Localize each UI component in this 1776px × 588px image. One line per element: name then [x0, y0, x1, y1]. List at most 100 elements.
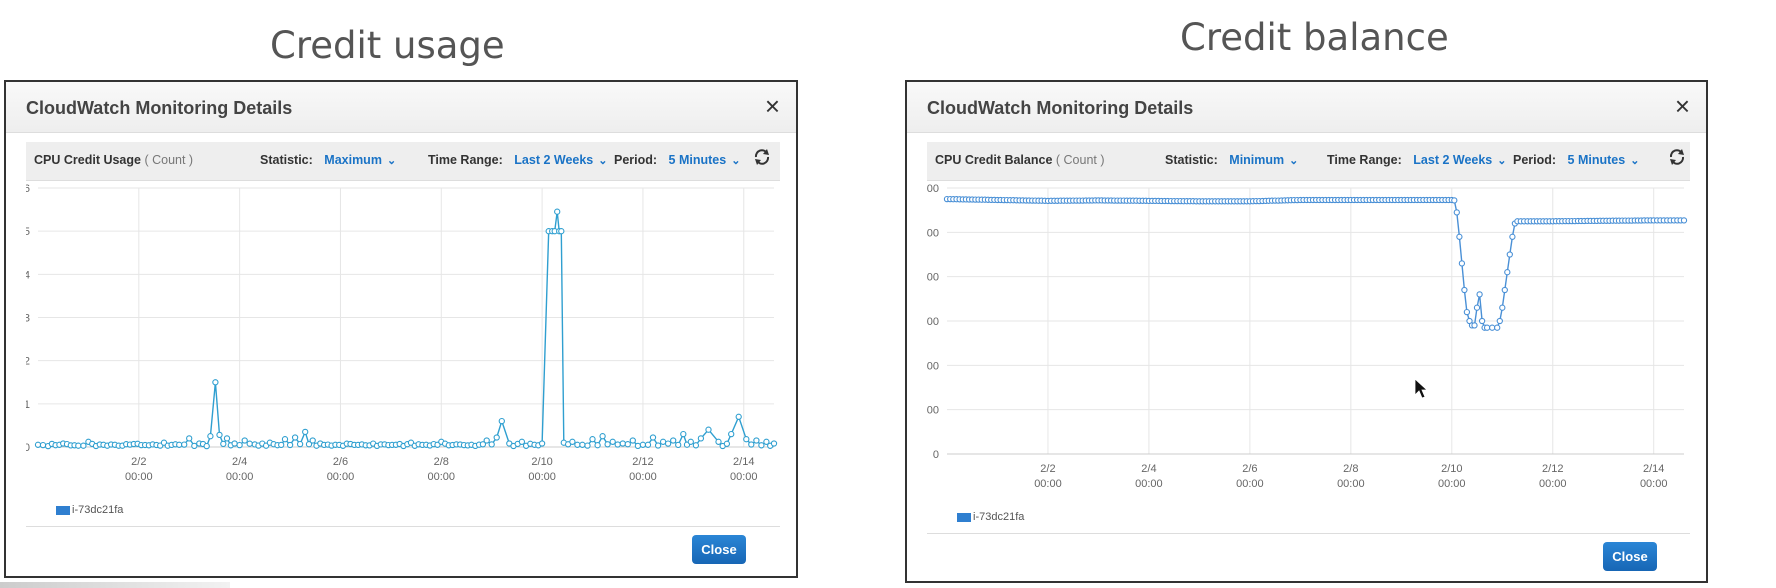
x-tick-time-label: 00:00	[629, 471, 657, 483]
x-tick-label: 2/14	[1643, 463, 1664, 475]
data-point	[697, 435, 705, 442]
x-tick-time-label: 00:00	[1236, 478, 1264, 490]
y-tick-label: 0	[26, 442, 30, 454]
data-point	[203, 442, 210, 450]
time-range-value: Last 2 Weeks	[514, 153, 594, 167]
chevron-down-icon: ⌄	[386, 155, 397, 167]
chart-legend: i-73dc21fa	[957, 511, 1024, 523]
period-value: 5 Minutes	[668, 153, 727, 167]
data-point	[624, 441, 631, 448]
data-point	[748, 441, 755, 448]
chevron-down-icon: ⌄	[598, 155, 608, 167]
data-point	[619, 440, 626, 447]
statistic-label: Statistic:	[1165, 153, 1218, 167]
data-point	[1463, 308, 1471, 316]
data-point	[1456, 233, 1463, 240]
period-dropdown[interactable]: 5 Minutes ⌄	[1568, 153, 1640, 167]
data-point	[281, 436, 289, 443]
x-tick-time-label: 00:00	[1034, 478, 1062, 490]
data-point	[735, 413, 742, 420]
data-point	[584, 442, 591, 449]
period-control: Period: 5 Minutes ⌄	[1513, 153, 1639, 167]
data-point	[483, 437, 490, 444]
x-tick-time-label: 00:00	[1640, 478, 1668, 490]
statistic-dropdown[interactable]: Maximum ⌄	[324, 153, 396, 167]
data-point	[1461, 286, 1468, 294]
data-point	[609, 438, 616, 445]
mouse-cursor-icon	[1414, 378, 1429, 399]
credit-usage-chart: 0 1 2 3 4 5 6 2/2 00:00 2/4 00:00 2/6 00:00 2/8 00:00 2…	[26, 182, 784, 497]
data-point	[554, 208, 561, 215]
credit-balance-panel: Credit balance CloudWatch Monitoring Det…	[905, 0, 1776, 588]
data-point	[715, 438, 722, 445]
period-label: Period:	[614, 153, 658, 167]
refresh-icon[interactable]	[752, 147, 772, 170]
data-point	[1483, 324, 1491, 331]
refresh-icon[interactable]	[1667, 147, 1687, 170]
statistic-dropdown[interactable]: Minimum ⌄	[1229, 153, 1298, 167]
x-tick-label: 2/10	[1441, 463, 1462, 475]
x-tick-label: 2/8	[1343, 463, 1358, 475]
chevron-down-icon: ⌄	[731, 155, 741, 167]
y-tick-label: 400	[927, 272, 939, 284]
period-label: Period:	[1513, 153, 1557, 167]
x-tick-label: 2/4	[232, 456, 247, 468]
time-range-control: Time Range: Last 2 Weeks ⌄	[1327, 153, 1506, 167]
x-tick-label: 2/6	[1242, 463, 1257, 475]
data-point	[1501, 286, 1508, 294]
data-point	[1680, 217, 1688, 224]
data-point	[589, 436, 596, 443]
metric-title: CPU Credit Usage ( Count )	[34, 153, 193, 167]
close-icon[interactable]: ×	[1675, 93, 1690, 119]
data-point	[1473, 304, 1481, 311]
close-button[interactable]: Close	[1603, 542, 1657, 571]
y-tick-label: 600	[927, 183, 939, 195]
x-tick-label: 2/8	[434, 456, 449, 468]
slide-shadow	[0, 582, 230, 588]
credit-usage-chart-svg: 0 1 2 3 4 5 6 2/2 00:00 2/4 00:00 2/6 00:00 2/8 00:00 2…	[26, 183, 778, 483]
data-point	[558, 228, 565, 235]
time-range-dropdown[interactable]: Last 2 Weeks ⌄	[1413, 153, 1506, 167]
credit-balance-chart-svg: 0 100 200 300 400 500 600 2/2 00:00 2/4 00:00 2/6 00…	[927, 183, 1688, 490]
y-tick-label: 1	[26, 399, 30, 411]
data-point	[670, 437, 677, 444]
close-button[interactable]: Close	[692, 535, 746, 564]
data-point	[659, 438, 667, 445]
chevron-down-icon: ⌄	[1630, 155, 1640, 167]
data-point	[191, 442, 198, 450]
y-tick-label: 500	[927, 227, 939, 239]
dialog-title: CloudWatch Monitoring Details	[26, 98, 293, 118]
period-dropdown[interactable]: 5 Minutes ⌄	[669, 153, 741, 167]
x-tick-label: 2/4	[1141, 463, 1156, 475]
data-point	[758, 442, 765, 449]
y-tick-label: 0	[933, 449, 939, 461]
data-point	[176, 441, 183, 448]
metric-label: CPU Credit Usage	[34, 153, 141, 167]
data-point	[599, 433, 606, 440]
data-point	[692, 442, 700, 449]
close-icon[interactable]: ×	[765, 93, 780, 119]
data-point	[1476, 291, 1483, 298]
period-value: 5 Minutes	[1567, 153, 1626, 167]
x-tick-label: 2/2	[131, 456, 146, 468]
data-point	[644, 441, 652, 448]
panel-caption: Credit balance	[1180, 16, 1449, 59]
y-tick-label: 200	[927, 360, 939, 372]
y-tick-label: 2	[26, 356, 30, 368]
x-tick-time-label: 00:00	[1539, 478, 1567, 490]
y-tick-label: 3	[26, 313, 30, 325]
data-point	[75, 442, 82, 449]
y-tick-label: 100	[927, 405, 939, 417]
data-point	[629, 437, 636, 444]
data-point	[649, 434, 657, 441]
data-point	[1506, 251, 1513, 258]
data-point	[1458, 260, 1466, 267]
period-control: Period: 5 Minutes ⌄	[614, 153, 740, 167]
data-point	[278, 441, 285, 449]
metric-label: CPU Credit Balance	[935, 153, 1053, 167]
y-tick-label: 6	[26, 183, 30, 195]
time-range-dropdown[interactable]: Last 2 Weeks ⌄	[514, 153, 607, 167]
data-point	[34, 441, 42, 448]
x-tick-time-label: 00:00	[1135, 478, 1163, 490]
time-range-label: Time Range:	[1327, 153, 1402, 167]
